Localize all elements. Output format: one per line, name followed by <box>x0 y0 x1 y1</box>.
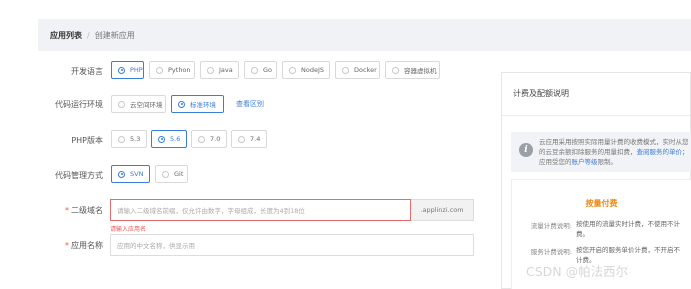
language-option-php[interactable]: PHP <box>111 61 144 79</box>
panel-divider <box>502 115 690 116</box>
app-name-label: * 应用名称 <box>65 241 103 250</box>
info-box: i 云应用采用按照实际用量计费的收费模式，实时从您的云豆余额扣除服务的用量扣费，… <box>511 132 691 172</box>
view-difference-link[interactable]: 查看区别 <box>236 99 264 109</box>
language-option-nodejs[interactable]: NodeJS <box>282 61 330 79</box>
panel-title: 计费及配额说明 <box>513 89 569 98</box>
language-option-vm[interactable]: 容器虚拟机 <box>385 61 440 79</box>
pricing-title: 按量付费 <box>585 199 618 208</box>
radio-icon <box>392 66 399 74</box>
radio-icon <box>198 135 205 143</box>
domain-suffix: .applinzi.com <box>411 199 474 221</box>
language-label: 开发语言 <box>71 67 103 76</box>
radio-icon <box>207 66 214 74</box>
vcs-label: 代码管理方式 <box>55 171 103 180</box>
php-version-7-4[interactable]: 7.4 <box>231 130 267 148</box>
vcs-option-git[interactable]: Git <box>155 165 188 183</box>
account-level-link[interactable]: 账户等级 <box>572 158 598 166</box>
radio-icon <box>289 66 296 74</box>
language-option-java[interactable]: Java <box>200 61 239 79</box>
breadcrumb-app-list[interactable]: 应用列表 <box>50 30 82 41</box>
domain-error-text: 请输入应用名 <box>110 226 147 233</box>
php-version-5-3[interactable]: 5.3 <box>111 130 147 148</box>
required-mark: * <box>65 241 69 250</box>
info-text: 云应用采用按照实际用量计费的收费模式，实时从您的云豆余额扣除服务的用量扣费，查阅… <box>539 138 689 166</box>
billing-panel: 计费及配额说明 i 云应用采用按照实际用量计费的收费模式，实时从您的云豆余额扣除… <box>501 72 691 289</box>
php-version-5-6[interactable]: 5.6 <box>151 130 187 148</box>
runtime-option-standard[interactable]: 标准环境 <box>171 95 224 113</box>
language-option-go[interactable]: Go <box>244 61 277 79</box>
php-version-7-0[interactable]: 7.0 <box>191 130 227 148</box>
traffic-text: 按使用的流量实时计费，不使用不计费。 <box>576 220 680 238</box>
breadcrumb-separator: / <box>87 30 90 40</box>
breadcrumb: 应用列表 / 创建新应用 <box>38 19 691 51</box>
radio-icon <box>118 100 125 108</box>
php-version-label: PHP版本 <box>71 136 103 145</box>
traffic-label: 流量计费说明: <box>530 222 572 230</box>
app-name-input[interactable]: 应用的中文名称，供显示用 <box>110 234 474 256</box>
domain-label: * 二级域名 <box>65 206 103 215</box>
radio-icon <box>162 170 169 178</box>
language-option-python[interactable]: Python <box>149 61 195 79</box>
runtime-label: 代码运行环境 <box>55 100 103 109</box>
radio-icon <box>251 66 258 74</box>
watermark: CSDN @帕法西尔 <box>526 264 629 279</box>
radio-icon <box>118 135 125 143</box>
radio-icon <box>118 66 125 74</box>
breadcrumb-current: 创建新应用 <box>94 30 135 40</box>
info-icon: i <box>519 143 533 157</box>
radio-icon <box>156 66 163 74</box>
required-mark: * <box>65 206 69 215</box>
radio-icon <box>118 170 125 178</box>
radio-icon <box>238 135 245 143</box>
domain-input[interactable]: 请输入二级域名前缀，仅允许由数字，字母组成，长度为4到18位 <box>110 199 411 221</box>
radio-icon <box>342 66 349 74</box>
runtime-option-cloud-space[interactable]: 云空间环境 <box>111 95 166 113</box>
vcs-option-svn[interactable]: SVN <box>111 165 150 183</box>
radio-icon <box>178 100 185 108</box>
radio-icon <box>158 135 165 143</box>
language-option-docker[interactable]: Docker <box>335 61 380 79</box>
service-price-link[interactable]: 查阅服务的单价 <box>637 148 683 156</box>
service-label: 服务计费说明: <box>530 248 572 256</box>
